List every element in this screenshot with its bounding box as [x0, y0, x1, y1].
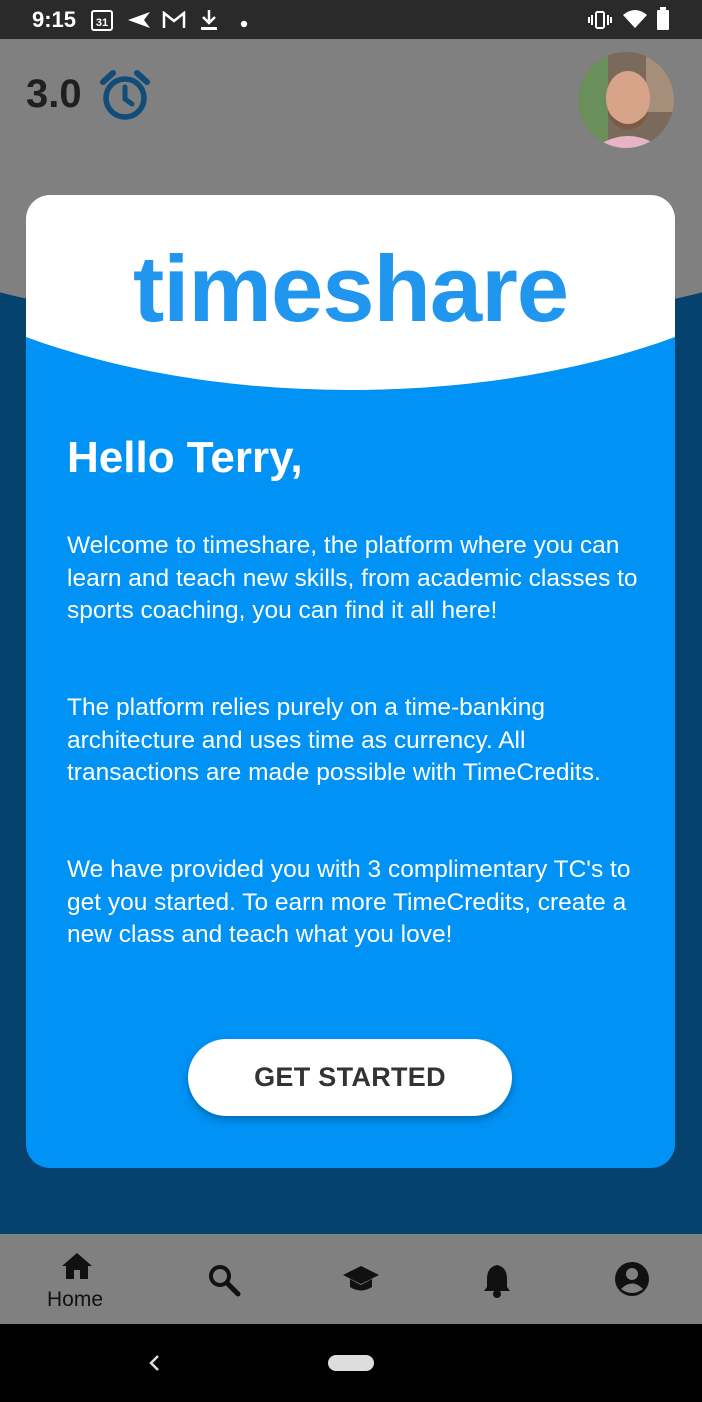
svg-text:31: 31 — [96, 17, 108, 29]
app-screen: 9:15 31 3.0 Home timeshare Hello Terry, … — [0, 0, 702, 1402]
bell-icon — [482, 1262, 512, 1303]
download-icon — [199, 8, 219, 37]
account-circle-icon — [614, 1261, 650, 1302]
wifi-icon — [622, 9, 648, 34]
system-home-pill[interactable] — [328, 1355, 374, 1371]
bottom-navigation — [0, 1234, 702, 1324]
alarm-clock-icon — [100, 70, 150, 127]
get-started-button[interactable]: GET STARTED — [188, 1039, 512, 1116]
vibrate-icon — [588, 9, 612, 36]
nav-home-label: Home — [47, 1288, 104, 1311]
brand-logo: timeshare — [132, 236, 569, 341]
credits-paragraph: We have provided you with 3 complimentar… — [67, 856, 631, 948]
search-icon — [207, 1263, 241, 1302]
greeting-heading: Hello Terry, — [67, 433, 303, 482]
battery-icon — [656, 7, 670, 36]
welcome-dialog: timeshare Hello Terry, Welcome to timesh… — [26, 195, 675, 1168]
system-back-icon[interactable] — [145, 1352, 165, 1374]
home-icon — [60, 1251, 94, 1286]
send-icon — [127, 10, 151, 35]
nav-classes[interactable] — [313, 1234, 408, 1324]
status-time: 9:15 — [32, 7, 77, 32]
welcome-paragraph: Welcome to timeshare, the platform where… — [67, 532, 638, 624]
user-avatar[interactable] — [578, 52, 674, 148]
dot-icon — [240, 15, 248, 33]
nav-profile[interactable] — [585, 1234, 680, 1324]
nav-notifications[interactable] — [449, 1234, 544, 1324]
time-banking-paragraph: The platform relies purely on a time-ban… — [67, 694, 601, 786]
gmail-icon — [162, 10, 186, 34]
calendar-icon: 31 — [90, 8, 114, 37]
graduation-cap-icon — [342, 1264, 380, 1299]
status-bar: 9:15 31 — [0, 0, 702, 39]
nav-search[interactable] — [175, 1234, 270, 1324]
time-credits-balance: 3.0 — [26, 72, 82, 116]
